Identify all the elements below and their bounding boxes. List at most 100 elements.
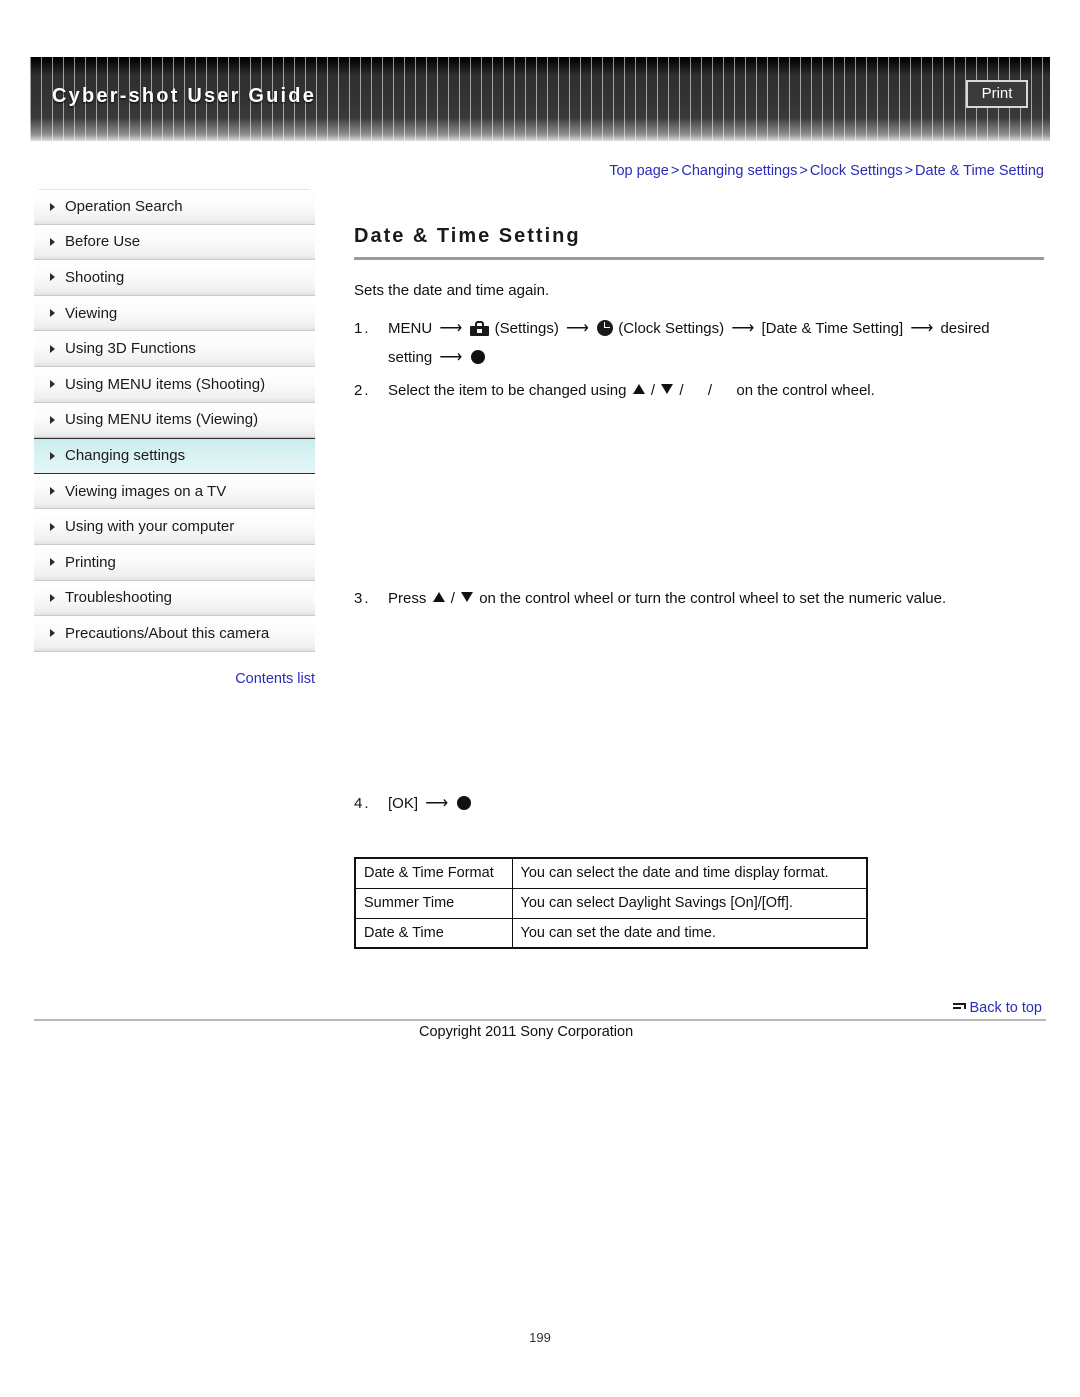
sidebar-item-label: Viewing (65, 304, 118, 322)
document-page: Cyber-shot User Guide Print Top page > Cha… (0, 0, 1080, 1397)
sidebar-item-changing-settings[interactable]: Changing settings (34, 438, 315, 474)
arrow-down-icon (461, 592, 474, 602)
chevron-right-icon (50, 487, 55, 496)
sidebar-item-label: Before Use (65, 233, 141, 251)
slash-separator: / (707, 382, 713, 399)
step-1-clock-settings-label: (Clock Settings) (618, 320, 725, 337)
table-row: Summer Time You can select Daylight Savi… (354, 887, 868, 919)
breadcrumb-item-changing-settings[interactable]: Changing settings (681, 163, 797, 179)
illustration-placeholder-2 (354, 617, 1044, 789)
page-title: Date & Time Setting (354, 225, 581, 247)
step-1-number: 1. (354, 320, 371, 337)
step-1: 1. MENU ⟶ (Settings) ⟶ (Clock Settings) … (354, 314, 1044, 372)
sidebar-item-using-3d-functions[interactable]: Using 3D Functions (34, 331, 315, 367)
chevron-right-icon (50, 451, 55, 460)
chevron-right-icon (50, 522, 55, 531)
step-2: 2. Select the item to be changed using /… (354, 376, 1044, 405)
breadcrumb-separator: > (904, 163, 914, 179)
sidebar-item-label: Changing settings (65, 447, 186, 465)
arrow-down-icon (661, 384, 674, 394)
toolbox-settings-icon (470, 321, 490, 336)
sidebar-item-label: Using with your computer (65, 518, 235, 536)
step-4-number: 4. (354, 795, 371, 812)
right-arrow-icon: ⟶ (439, 320, 463, 337)
sidebar-item-label: Using MENU items (Viewing) (65, 411, 259, 429)
right-arrow-icon: ⟶ (439, 349, 463, 366)
breadcrumb-separator: > (670, 163, 680, 179)
breadcrumb-separator: > (799, 163, 808, 179)
step-3-text-after: on the control wheel or turn the control… (479, 590, 947, 607)
center-button-icon (471, 350, 486, 364)
chevron-right-icon (50, 558, 55, 567)
sidebar-item-label: Using MENU items (Shooting) (65, 375, 266, 393)
sidebar-item-viewing[interactable]: Viewing (34, 295, 315, 332)
arrow-up-icon (432, 592, 445, 602)
step-2-text-after: on the control wheel. (736, 382, 875, 399)
back-to-top-label: Back to top (969, 1000, 1042, 1016)
step-4: 4. [OK] ⟶ (354, 789, 1044, 818)
table-row: Date & Time You can set the date and tim… (354, 917, 868, 949)
step-1-setting-label: setting (388, 349, 433, 366)
arrow-up-icon (632, 384, 645, 394)
breadcrumb-item-top-page[interactable]: Top page (609, 163, 669, 179)
chevron-right-icon (50, 380, 55, 389)
back-to-top-link[interactable]: Back to top (953, 1000, 1042, 1016)
sidebar-item-using-menu-items-viewing[interactable]: Using MENU items (Viewing) (34, 402, 315, 439)
copyright-text: Copyright 2011 Sony Corporation (419, 1024, 634, 1040)
chevron-right-icon (50, 202, 55, 211)
right-arrow-icon: ⟶ (731, 320, 755, 337)
sidebar-item-operation-search[interactable]: Operation Search (34, 189, 315, 225)
sidebar-item-label: Viewing images on a TV (65, 482, 227, 500)
contents-list-link[interactable]: Contents list (34, 671, 315, 687)
sidebar-item-printing[interactable]: Printing (34, 544, 315, 581)
table-cell-key: Summer Time (354, 887, 513, 919)
sidebar-item-precautions-about-this-camera[interactable]: Precautions/About this camera (34, 616, 315, 652)
sidebar-item-using-with-your-computer[interactable]: Using with your computer (34, 509, 315, 545)
table-cell-value: You can set the date and time. (511, 917, 868, 949)
step-3: 3. Press / on the control wheel or turn … (354, 584, 1044, 613)
page-number: 199 (529, 1330, 551, 1345)
chevron-right-icon (50, 629, 55, 638)
step-1-settings-label: (Settings) (494, 320, 559, 337)
title-divider (354, 257, 1044, 260)
step-1-desired-label: desired (940, 320, 990, 337)
step-3-text-before: Press (388, 590, 427, 607)
slash-separator: / (450, 590, 455, 607)
breadcrumb-item-date-time-setting[interactable]: Date & Time Setting (915, 163, 1044, 179)
step-1-bracket-label: [Date & Time Setting] (761, 320, 904, 337)
sidebar-item-using-menu-items-shooting[interactable]: Using MENU items (Shooting) (34, 366, 315, 403)
sidebar-item-label: Printing (65, 553, 116, 571)
chevron-right-icon (50, 344, 55, 353)
sidebar-item-viewing-images-on-a-tv[interactable]: Viewing images on a TV (34, 473, 315, 510)
breadcrumb: Top page > Changing settings > Clock Setting… (354, 163, 1044, 179)
breadcrumb-item-clock-settings[interactable]: Clock Settings (810, 163, 903, 179)
table-cell-key: Date & Time Format (354, 857, 513, 889)
back-to-top-icon (953, 1002, 967, 1013)
sidebar-item-label: Shooting (65, 268, 125, 286)
table-row: Date & Time Format You can select the da… (354, 857, 868, 889)
main-content: Date & Time Setting Sets the date and ti… (354, 225, 1044, 822)
sidebar-item-shooting[interactable]: Shooting (34, 260, 315, 296)
footer-divider (34, 1019, 1046, 1021)
table-cell-value: You can select Daylight Savings [On]/[Of… (511, 887, 868, 919)
settings-description-table: Date & Time Format You can select the da… (354, 857, 868, 949)
intro-text: Sets the date and time again. (354, 282, 550, 299)
sidebar-item-label: Precautions/About this camera (65, 624, 270, 642)
table-cell-value: You can select the date and time display… (511, 857, 868, 889)
right-arrow-icon: ⟶ (910, 320, 934, 337)
step-2-number: 2. (354, 382, 371, 399)
print-button[interactable]: Print (966, 80, 1028, 108)
sidebar-item-before-use[interactable]: Before Use (34, 224, 315, 261)
right-arrow-icon: ⟶ (566, 320, 589, 337)
right-arrow-icon: ⟶ (425, 795, 449, 812)
step-3-number: 3. (354, 590, 371, 607)
slash-separator: / (679, 382, 684, 399)
step-4-ok-label: [OK] (388, 795, 419, 812)
sidebar-item-label: Operation Search (65, 198, 183, 216)
chevron-right-icon (50, 273, 55, 282)
site-title: Cyber-shot User Guide (52, 85, 317, 107)
sidebar-item-label: Using 3D Functions (65, 340, 196, 358)
chevron-right-icon (50, 309, 55, 318)
sidebar-item-troubleshooting[interactable]: Troubleshooting (34, 580, 315, 617)
chevron-right-icon (50, 415, 55, 424)
